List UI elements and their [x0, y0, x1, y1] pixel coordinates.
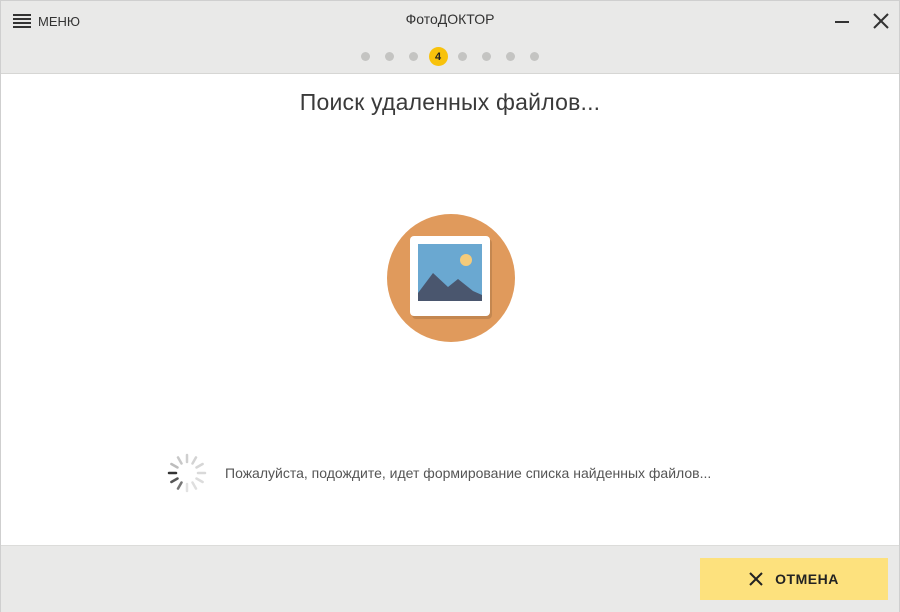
close-icon	[869, 9, 893, 33]
step-dot	[409, 52, 418, 61]
step-dot	[482, 52, 491, 61]
step-dot	[530, 52, 539, 61]
app-title: ФотоДОКТОР	[405, 11, 495, 27]
close-icon	[749, 572, 775, 586]
status-text: Пожалуйста, подождите, идет формирование…	[225, 465, 712, 481]
cancel-button[interactable]: ОТМЕНА	[700, 558, 888, 600]
footer-bar: ОТМЕНА	[1, 545, 899, 612]
app-window: МЕНЮ ФотоДОКТОР 4 Поиск удаленных файлов…	[0, 0, 900, 612]
header-bar: МЕНЮ ФотоДОКТОР 4	[1, 1, 899, 74]
photo-icon	[386, 213, 516, 343]
step-dot	[506, 52, 515, 61]
minimize-icon	[830, 9, 854, 33]
step-dot-current: 4	[428, 47, 448, 66]
step-dot	[385, 52, 394, 61]
close-button[interactable]	[869, 9, 893, 33]
status-row: Пожалуйста, подождите, идет формирование…	[163, 449, 711, 497]
loading-spinner-icon	[163, 449, 211, 497]
step-indicator: 4	[1, 47, 899, 66]
page-title: Поиск удаленных файлов...	[299, 89, 601, 115]
minimize-button[interactable]	[830, 9, 854, 33]
cancel-label: ОТМЕНА	[775, 571, 839, 587]
step-dot	[458, 52, 467, 61]
step-dot	[361, 52, 370, 61]
